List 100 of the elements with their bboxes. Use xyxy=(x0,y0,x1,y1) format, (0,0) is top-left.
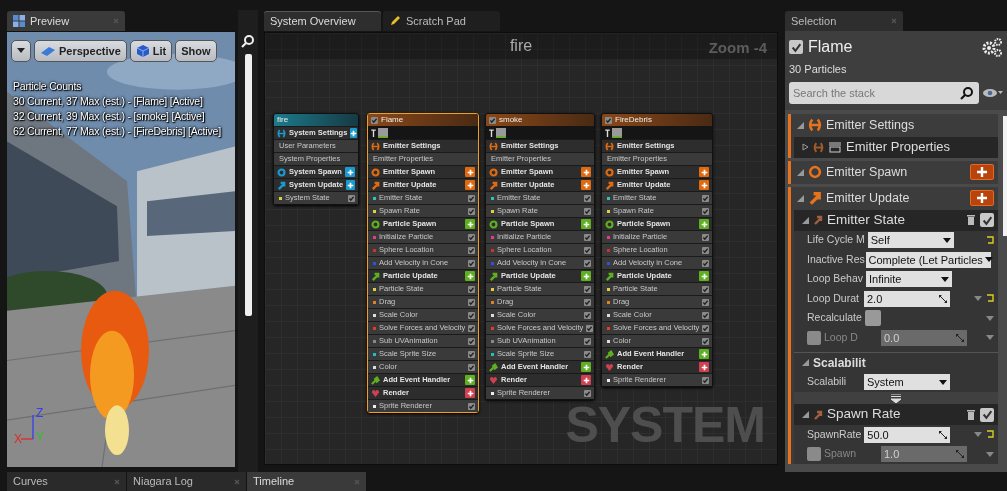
checkbox[interactable] xyxy=(702,259,709,267)
preview-tab[interactable]: Preview xyxy=(7,11,125,31)
search-icon[interactable] xyxy=(241,34,255,48)
checkbox[interactable] xyxy=(789,40,803,54)
group-label[interactable]: Emitter Update xyxy=(826,188,966,208)
number-field[interactable]: 50.0 xyxy=(864,426,951,443)
checkbox[interactable] xyxy=(584,207,591,215)
pin-icon[interactable] xyxy=(605,128,610,137)
checkbox[interactable] xyxy=(468,402,475,410)
checkbox[interactable] xyxy=(468,285,475,293)
toolbar-button[interactable]: Perspective xyxy=(34,40,127,62)
checkbox[interactable] xyxy=(807,447,821,462)
checkbox[interactable] xyxy=(584,259,591,267)
checkbox[interactable] xyxy=(584,194,591,202)
checkbox[interactable] xyxy=(468,298,475,306)
reset-icon[interactable] xyxy=(986,294,994,304)
trash-icon[interactable] xyxy=(966,214,976,226)
tab[interactable]: System Overview xyxy=(264,11,381,31)
expand-icon[interactable] xyxy=(891,393,901,403)
search-field[interactable]: Search the stack xyxy=(789,81,979,104)
dropdown[interactable]: System xyxy=(864,374,950,391)
expander-icon[interactable] xyxy=(797,121,804,129)
checkbox[interactable] xyxy=(584,246,591,254)
checkbox[interactable] xyxy=(586,324,594,332)
expander-icon[interactable] xyxy=(802,411,809,418)
number-field[interactable]: 1.0 xyxy=(881,446,967,463)
scroll-bar[interactable] xyxy=(1003,115,1007,236)
checkbox[interactable] xyxy=(468,246,475,254)
emitter-node[interactable] xyxy=(367,113,479,413)
dropdown[interactable]: Infinite xyxy=(866,271,953,288)
checkbox[interactable] xyxy=(468,259,475,267)
emitter-node[interactable] xyxy=(601,113,713,387)
menu-button[interactable] xyxy=(11,40,31,62)
checkbox[interactable] xyxy=(980,213,994,227)
reset-icon[interactable] xyxy=(986,235,994,245)
node-title: Flame xyxy=(381,114,404,126)
checkbox[interactable] xyxy=(584,350,591,358)
tab[interactable]: Niagara Log xyxy=(127,472,246,491)
dropdown-arrow-icon[interactable] xyxy=(986,451,994,457)
dropdown-arrow-icon[interactable] xyxy=(986,335,994,341)
checkbox[interactable] xyxy=(980,407,994,422)
checkbox[interactable] xyxy=(468,363,475,371)
expander-icon[interactable] xyxy=(797,168,804,176)
expander-icon[interactable] xyxy=(802,143,809,151)
reset-icon[interactable] xyxy=(986,430,994,440)
visibility-icon[interactable] xyxy=(983,87,1003,98)
pin-icon[interactable] xyxy=(489,128,494,137)
tab[interactable]: Scratch Pad xyxy=(383,11,500,31)
number-field[interactable]: 0.0 xyxy=(881,329,967,346)
expander-icon[interactable] xyxy=(797,194,804,202)
checkbox[interactable] xyxy=(468,207,475,215)
checkbox[interactable] xyxy=(468,194,475,202)
checkbox[interactable] xyxy=(702,233,709,241)
pin-icon[interactable] xyxy=(371,128,376,137)
dropdown[interactable]: Complete (Let Particles xyxy=(865,251,991,268)
checkbox[interactable] xyxy=(702,194,709,202)
toolbar-button[interactable]: Lit xyxy=(129,40,173,62)
emitter-node[interactable] xyxy=(485,113,595,400)
checkbox[interactable] xyxy=(584,389,591,397)
checkbox[interactable] xyxy=(702,376,709,384)
checkbox[interactable] xyxy=(584,337,591,345)
checkbox[interactable] xyxy=(702,207,709,215)
dropdown-arrow-icon[interactable] xyxy=(974,432,982,438)
settings-icon[interactable] xyxy=(981,37,1003,57)
scroll-bar[interactable] xyxy=(244,54,252,316)
tab[interactable]: Timeline xyxy=(247,472,366,491)
dropdown-arrow-icon[interactable] xyxy=(974,296,982,302)
checkbox[interactable] xyxy=(468,311,475,319)
checkbox[interactable] xyxy=(702,337,709,345)
checkbox[interactable] xyxy=(371,116,378,124)
checkbox[interactable] xyxy=(864,310,881,327)
selection-tab[interactable]: Selection xyxy=(785,11,903,31)
checkbox[interactable] xyxy=(702,298,709,306)
checkbox[interactable] xyxy=(702,246,709,254)
checkbox[interactable] xyxy=(605,116,612,124)
checkbox[interactable] xyxy=(584,233,591,241)
number-field[interactable]: 2.0 xyxy=(864,290,950,307)
group-label[interactable]: Emitter Settings xyxy=(826,115,998,135)
checkbox[interactable] xyxy=(807,330,821,345)
expander-icon[interactable] xyxy=(802,359,809,366)
trash-icon[interactable] xyxy=(966,408,976,421)
checkbox[interactable] xyxy=(702,311,709,319)
expander-icon[interactable] xyxy=(802,216,809,224)
checkbox[interactable] xyxy=(468,337,475,345)
checkbox[interactable] xyxy=(702,324,710,332)
checkbox[interactable] xyxy=(584,285,591,293)
checkbox[interactable] xyxy=(584,298,591,306)
checkbox[interactable] xyxy=(489,116,496,124)
checkbox[interactable] xyxy=(468,324,476,332)
toolbar-button[interactable]: Show xyxy=(175,40,217,62)
checkbox[interactable] xyxy=(584,311,591,319)
checkbox[interactable] xyxy=(348,194,355,202)
checkbox[interactable] xyxy=(468,350,475,358)
dropdown[interactable]: Self xyxy=(867,232,954,249)
tab[interactable]: Curves xyxy=(7,472,126,491)
arrow-icon xyxy=(813,409,823,420)
checkbox[interactable] xyxy=(702,285,709,293)
dropdown-arrow-icon[interactable] xyxy=(986,315,994,321)
checkbox[interactable] xyxy=(468,233,475,241)
plus-icon xyxy=(350,129,358,137)
